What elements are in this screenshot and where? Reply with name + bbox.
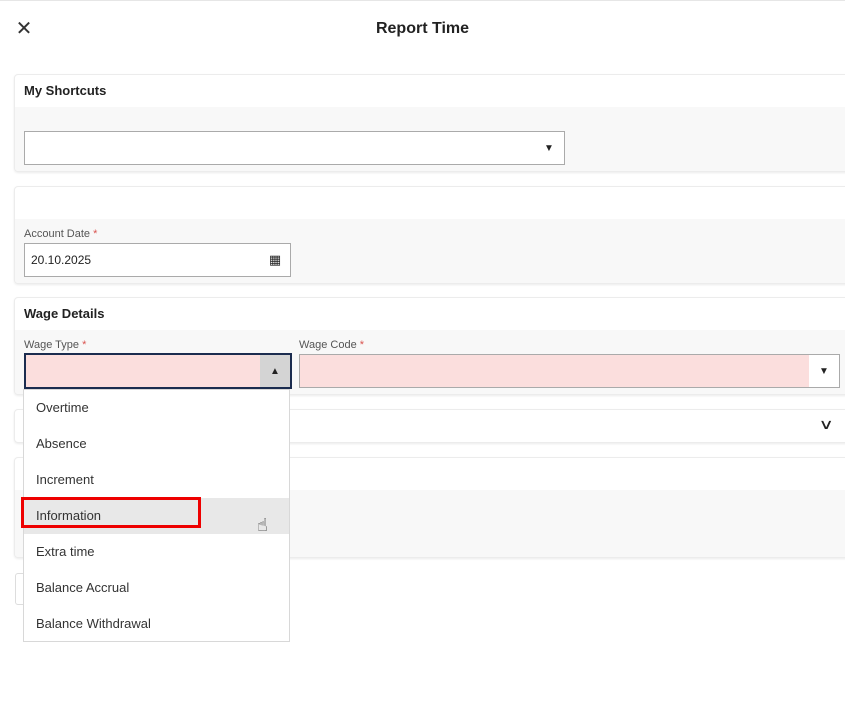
page-title: Report Time bbox=[375, 20, 470, 37]
shortcuts-select[interactable]: ▼ bbox=[24, 131, 565, 165]
shortcuts-card: My Shortcuts ▼ bbox=[14, 74, 845, 172]
wage-details-title: Wage Details bbox=[24, 306, 105, 321]
option-increment[interactable]: Increment bbox=[24, 462, 289, 498]
account-date-label: Account Date * bbox=[24, 228, 98, 240]
wage-type-dropdown-list: Overtime Absence Increment Information ☝ … bbox=[21, 389, 290, 642]
option-extra-time[interactable]: Extra time bbox=[24, 534, 289, 570]
account-date-value: 20.10.2025 bbox=[31, 253, 92, 267]
account-card: Account Date * 20.10.2025 ▦ bbox=[14, 186, 845, 284]
option-absence[interactable]: Absence bbox=[24, 426, 289, 462]
highlight-box bbox=[21, 497, 201, 528]
wage-details-card: Wage Details Wage Type * ▲ Wage Code * ▼ bbox=[14, 297, 845, 395]
chevron-down-icon[interactable]: ∨ bbox=[818, 416, 833, 433]
chevron-up-icon: ▲ bbox=[260, 355, 290, 387]
option-information[interactable]: Information ☝ bbox=[21, 497, 289, 535]
chevron-down-icon: ▼ bbox=[544, 142, 554, 154]
option-balance-accrual[interactable]: Balance Accrual bbox=[24, 570, 289, 606]
shortcuts-title: My Shortcuts bbox=[24, 83, 107, 98]
account-date-input[interactable]: 20.10.2025 ▦ bbox=[24, 243, 291, 277]
wage-type-select[interactable]: ▲ bbox=[24, 353, 292, 389]
chevron-down-icon: ▼ bbox=[809, 355, 839, 387]
wage-code-label: Wage Code * bbox=[299, 339, 365, 351]
wage-code-select[interactable]: ▼ bbox=[299, 354, 840, 388]
option-balance-withdrawal[interactable]: Balance Withdrawal bbox=[24, 606, 289, 642]
calendar-icon[interactable]: ▦ bbox=[260, 244, 290, 276]
option-overtime[interactable]: Overtime bbox=[24, 390, 289, 426]
wage-type-label: Wage Type * bbox=[24, 339, 87, 351]
